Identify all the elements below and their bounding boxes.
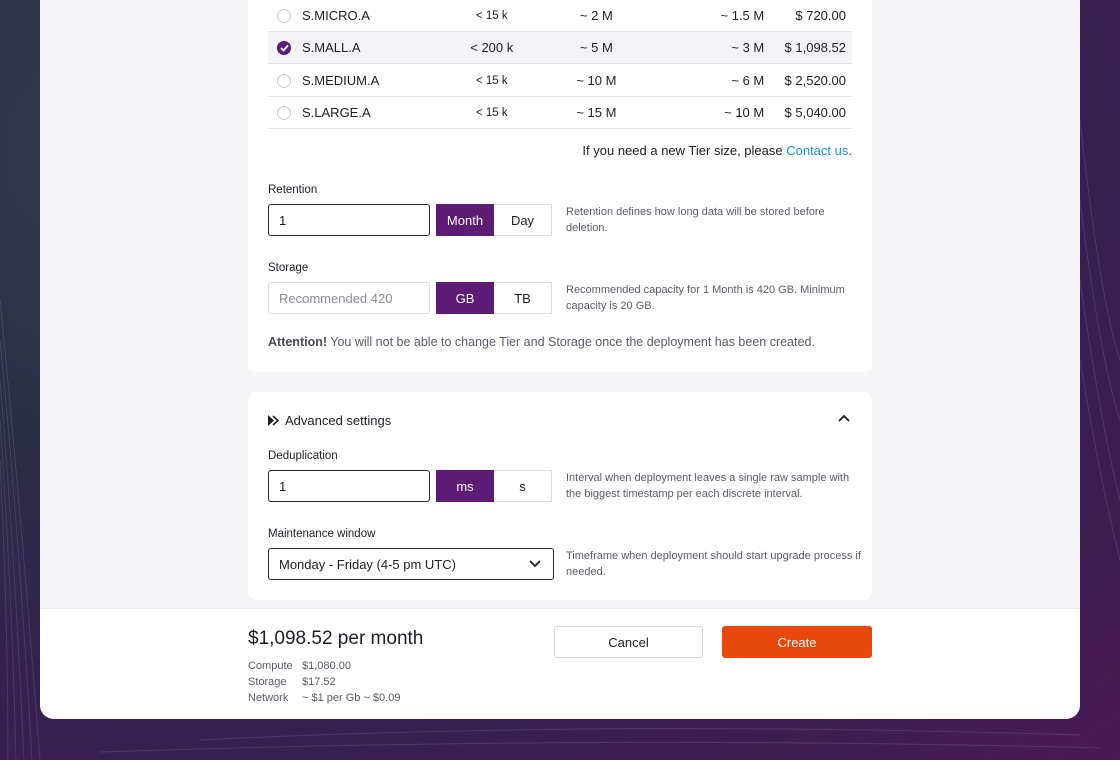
breakdown-key: Compute — [248, 660, 293, 672]
tier-price: $ 5,040.00 — [784, 105, 846, 120]
breakdown-key: Network — [248, 692, 289, 704]
radio-icon[interactable] — [277, 73, 291, 88]
breakdown-value: $17.52 — [302, 676, 336, 688]
retention-day-button[interactable]: Day — [494, 204, 552, 236]
tier-col-c: ~ 1.5 M — [720, 8, 765, 23]
deduplication-s-button[interactable]: s — [494, 470, 552, 502]
tier-col-b: ~ 10 M — [576, 73, 617, 88]
tier-note: If you need a new Tier size, please Cont… — [582, 143, 852, 158]
retention-unit-toggle: Month Day — [436, 204, 552, 236]
maintenance-window-value: Monday - Friday (4-5 pm UTC) — [279, 556, 456, 572]
breakdown-row: Network ~ $1 per Gb ~ $0.09 — [248, 690, 400, 706]
deduplication-ms-button[interactable]: ms — [436, 470, 494, 502]
tier-note-suffix: . — [848, 143, 852, 158]
tier-row[interactable]: S.MICRO.A < 15 k ~ 2 M ~ 1.5 M $ 720.00 — [268, 0, 852, 32]
tier-col-b: ~ 15 M — [576, 105, 617, 120]
tier-row[interactable]: S.MALL.A < 200 k ~ 5 M ~ 3 M $ 1,098.52 — [268, 32, 852, 64]
breakdown-value: ~ $1 per Gb ~ $0.09 — [302, 692, 401, 704]
total-price: $1,098.52 per month — [248, 628, 424, 649]
advanced-settings-header[interactable]: Advanced settings — [268, 413, 391, 428]
tier-price: $ 720.00 — [795, 8, 846, 23]
footer-bar: $1,098.52 per month Compute $1,080.00 Sto… — [40, 608, 1080, 719]
storage-tb-button[interactable]: TB — [494, 282, 552, 314]
tier-note-text: If you need a new Tier size, please — [582, 143, 787, 158]
advanced-settings-card: Advanced settings Deduplication ms s Int… — [248, 392, 872, 600]
storage-input[interactable] — [268, 282, 430, 314]
tier-col-c: ~ 10 M — [724, 105, 765, 120]
maintenance-help: Timeframe when deployment should start u… — [566, 550, 861, 578]
retention-help: Retention defines how long data will be … — [566, 206, 825, 234]
advanced-settings-icon — [268, 415, 279, 426]
tier-name: S.LARGE.A — [302, 105, 371, 120]
breakdown-key: Storage — [248, 676, 287, 688]
tier-col-b: ~ 5 M — [579, 40, 613, 55]
advanced-settings-title: Advanced settings — [285, 413, 392, 428]
attention-strong: Attention! — [268, 335, 328, 349]
tier-col-a: < 200 k — [470, 40, 514, 55]
tier-name: S.MICRO.A — [302, 8, 370, 23]
price-breakdown: Compute $1,080.00 Storage $17.52 Network ~ … — [248, 658, 400, 706]
tier-price: $ 2,520.00 — [784, 73, 846, 88]
radio-checked-icon[interactable] — [277, 40, 291, 55]
storage-unit-toggle: GB TB — [436, 282, 552, 314]
deduplication-label: Deduplication — [268, 450, 338, 462]
deduplication-input[interactable] — [268, 470, 430, 502]
tier-price: $ 1,098.52 — [784, 40, 846, 55]
storage-help: Recommended capacity for 1 Month is 420 … — [566, 284, 845, 312]
deployment-dialog: S.MICRO.A < 15 k ~ 2 M ~ 1.5 M $ 720.00 S.MAL… — [40, 0, 1080, 719]
radio-icon[interactable] — [277, 8, 291, 23]
contact-us-link[interactable]: Contact us — [786, 143, 848, 158]
breakdown-row: Storage $17.52 — [248, 674, 400, 690]
cancel-button[interactable]: Cancel — [554, 626, 703, 658]
tier-col-a: < 15 k — [475, 106, 508, 119]
deduplication-unit-toggle: ms s — [436, 470, 552, 502]
tier-col-c: ~ 6 M — [731, 73, 765, 88]
breakdown-row: Compute $1,080.00 — [248, 658, 400, 674]
tier-row[interactable]: S.LARGE.A < 15 k ~ 15 M ~ 10 M $ 5,040.00 — [268, 97, 852, 129]
retention-label: Retention — [268, 184, 318, 196]
tier-col-b: ~ 2 M — [579, 8, 613, 23]
chevron-down-icon — [529, 560, 541, 568]
create-button[interactable]: Create — [722, 626, 872, 658]
retention-input[interactable] — [268, 204, 430, 236]
attention-text: You will not be able to change Tier and … — [327, 335, 815, 349]
storage-gb-button[interactable]: GB — [436, 282, 494, 314]
tier-col-a: < 15 k — [475, 74, 508, 87]
tier-name: S.MALL.A — [302, 40, 361, 55]
maintenance-window-select[interactable]: Monday - Friday (4-5 pm UTC) — [268, 548, 554, 580]
radio-icon[interactable] — [277, 105, 291, 120]
deduplication-help: Interval when deployment leaves a single… — [566, 472, 850, 500]
retention-month-button[interactable]: Month — [436, 204, 494, 236]
tier-row[interactable]: S.MEDIUM.A < 15 k ~ 10 M ~ 6 M $ 2,520.00 — [268, 65, 852, 97]
tier-card: S.MICRO.A < 15 k ~ 2 M ~ 1.5 M $ 720.00 S.MAL… — [248, 0, 872, 372]
tier-col-a: < 15 k — [475, 9, 508, 22]
maintenance-label: Maintenance window — [268, 528, 376, 540]
chevron-up-icon[interactable] — [838, 414, 850, 422]
tier-name: S.MEDIUM.A — [302, 73, 380, 88]
storage-label: Storage — [268, 262, 309, 274]
tier-col-c: ~ 3 M — [731, 40, 765, 55]
breakdown-value: $1,080.00 — [302, 660, 351, 672]
attention-notice: Attention! You will not be able to chang… — [268, 335, 815, 349]
